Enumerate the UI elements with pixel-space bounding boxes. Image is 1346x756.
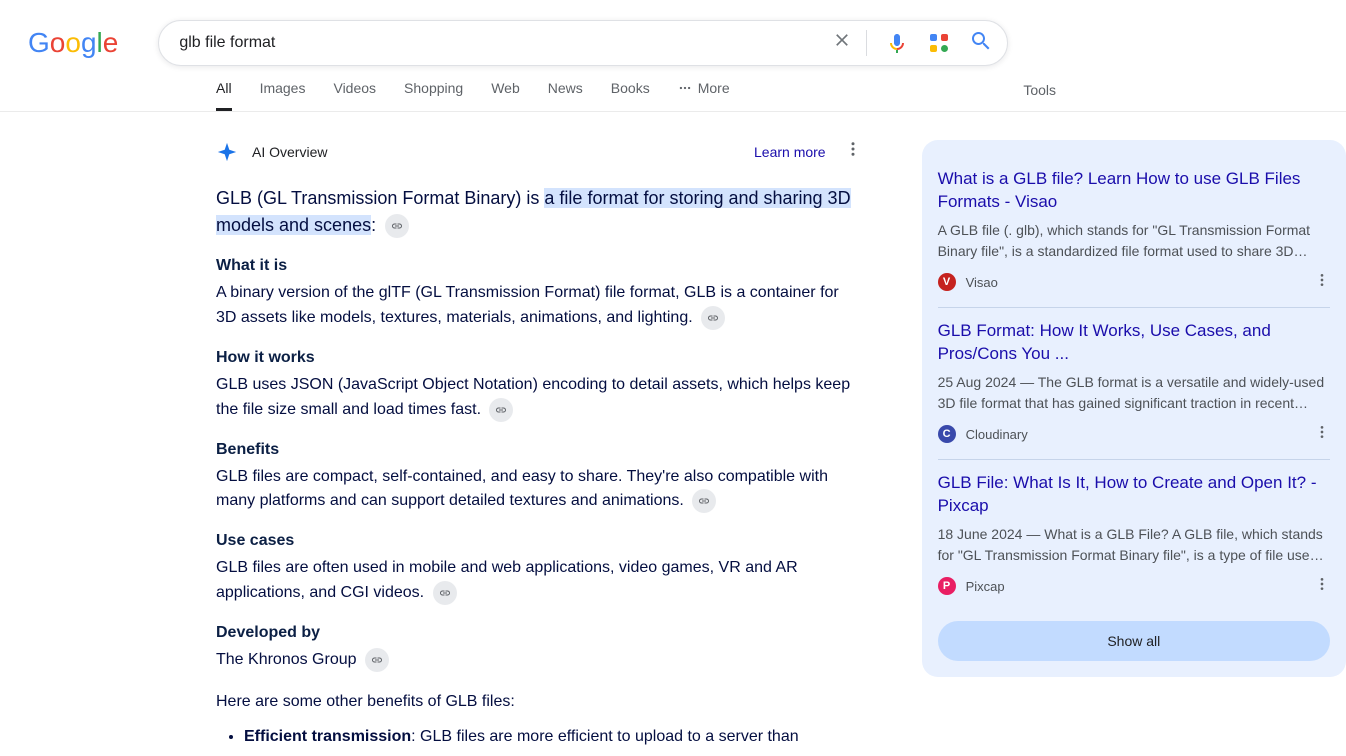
- section-body: GLB files are compact, self-contained, a…: [216, 465, 862, 515]
- section-body: GLB uses JSON (JavaScript Object Notatio…: [216, 373, 862, 423]
- tab-shopping[interactable]: Shopping: [404, 80, 463, 111]
- tab-more[interactable]: More: [678, 80, 730, 111]
- result-card: GLB Format: How It Works, Use Cases, and…: [938, 308, 1330, 460]
- ai-menu-icon[interactable]: [844, 140, 862, 163]
- citation-link-icon[interactable]: [385, 214, 409, 238]
- result-card: GLB File: What Is It, How to Create and …: [938, 460, 1330, 611]
- citation-link-icon[interactable]: [701, 306, 725, 330]
- result-card: What is a GLB file? Learn How to use GLB…: [938, 156, 1330, 308]
- search-bar: [158, 20, 1008, 66]
- ai-intro: GLB (GL Transmission Format Binary) is a…: [216, 185, 862, 239]
- section-title: Use cases: [216, 532, 862, 550]
- result-title[interactable]: What is a GLB file? Learn How to use GLB…: [938, 168, 1330, 214]
- source-name: Visao: [966, 275, 998, 290]
- section-title: Developed by: [216, 624, 862, 642]
- ai-intro-suffix: :: [371, 215, 376, 235]
- favicon: C: [938, 425, 956, 443]
- other-benefits-heading: Here are some other benefits of GLB file…: [216, 693, 862, 711]
- result-title[interactable]: GLB Format: How It Works, Use Cases, and…: [938, 320, 1330, 366]
- result-snippet: A GLB file (. glb), which stands for "GL…: [938, 220, 1330, 262]
- ai-section: Use cases GLB files are often used in mob…: [216, 532, 862, 606]
- section-title: Benefits: [216, 441, 862, 459]
- section-body: GLB files are often used in mobile and w…: [216, 556, 862, 606]
- tab-all[interactable]: All: [216, 80, 232, 111]
- citation-link-icon[interactable]: [433, 581, 457, 605]
- tab-videos[interactable]: Videos: [333, 80, 376, 111]
- voice-search-icon[interactable]: [885, 31, 909, 55]
- source-name: Cloudinary: [966, 427, 1028, 442]
- card-menu-icon[interactable]: [1314, 576, 1330, 597]
- ai-overview-heading: AI Overview: [252, 144, 327, 160]
- tab-books[interactable]: Books: [611, 80, 650, 111]
- ai-section: What it is A binary version of the glTF (…: [216, 257, 862, 331]
- favicon: V: [938, 273, 956, 291]
- citation-link-icon[interactable]: [489, 398, 513, 422]
- google-logo[interactable]: Google: [28, 27, 118, 59]
- result-snippet: 18 June 2024 — What is a GLB File? A GLB…: [938, 524, 1330, 566]
- source-name: Pixcap: [966, 579, 1005, 594]
- ai-intro-prefix: GLB (GL Transmission Format Binary) is: [216, 188, 544, 208]
- search-tabs: All Images Videos Shopping Web News Books More…: [0, 66, 1346, 112]
- citation-link-icon[interactable]: [692, 489, 716, 513]
- ai-section: Developed by The Khronos Group: [216, 624, 862, 673]
- image-search-icon[interactable]: [927, 31, 951, 55]
- show-all-button[interactable]: Show all: [938, 621, 1330, 661]
- section-body: A binary version of the glTF (GL Transmi…: [216, 281, 862, 331]
- ai-sparkle-icon: [216, 141, 238, 163]
- search-input[interactable]: [179, 34, 832, 52]
- result-snippet: 25 Aug 2024 — The GLB format is a versat…: [938, 372, 1330, 414]
- result-title[interactable]: GLB File: What Is It, How to Create and …: [938, 472, 1330, 518]
- tab-images[interactable]: Images: [260, 80, 306, 111]
- tab-web[interactable]: Web: [491, 80, 520, 111]
- tab-news[interactable]: News: [548, 80, 583, 111]
- ai-section: How it works GLB uses JSON (JavaScript Ob…: [216, 349, 862, 423]
- search-button-icon[interactable]: [969, 29, 993, 58]
- card-menu-icon[interactable]: [1314, 272, 1330, 293]
- benefit-bullet: Efficient transmission: GLB files are mo…: [244, 725, 862, 750]
- tab-more-label: More: [698, 80, 730, 96]
- tools-button[interactable]: Tools: [1023, 82, 1056, 110]
- section-title: How it works: [216, 349, 862, 367]
- section-title: What it is: [216, 257, 862, 275]
- favicon: P: [938, 577, 956, 595]
- citation-link-icon[interactable]: [365, 648, 389, 672]
- ai-section: Benefits GLB files are compact, self-cont…: [216, 441, 862, 515]
- clear-icon[interactable]: [832, 30, 867, 56]
- section-body: The Khronos Group: [216, 648, 862, 673]
- learn-more-link[interactable]: Learn more: [754, 144, 826, 160]
- card-menu-icon[interactable]: [1314, 424, 1330, 445]
- sidebar-results: What is a GLB file? Learn How to use GLB…: [922, 140, 1346, 677]
